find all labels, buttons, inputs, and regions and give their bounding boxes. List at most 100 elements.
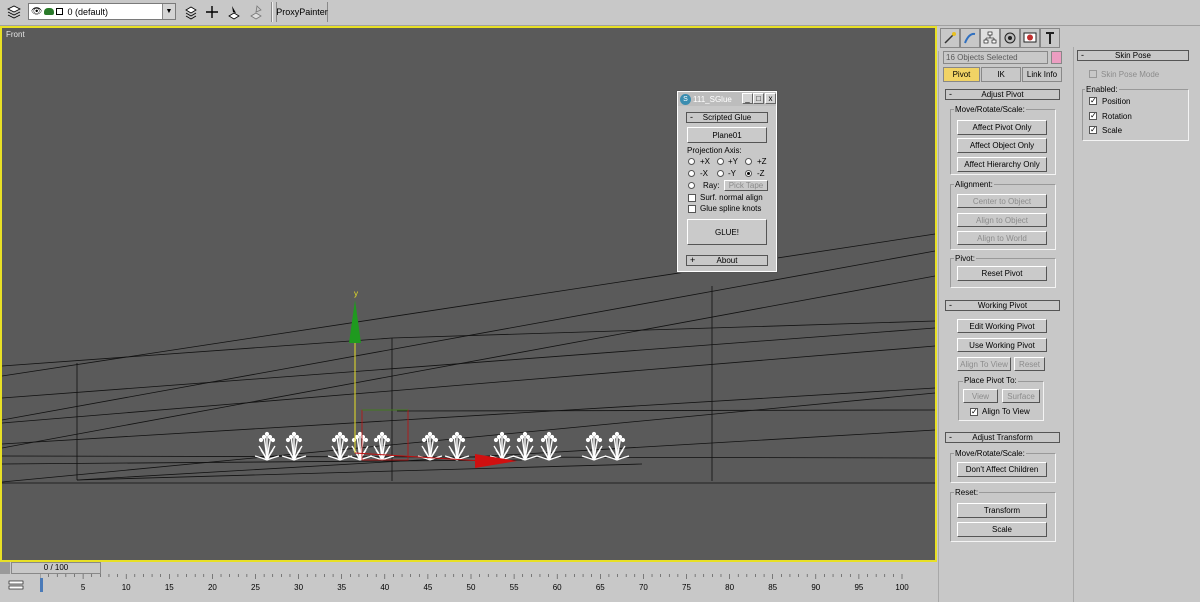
adjust-pivot-title: Adjust Pivot bbox=[981, 90, 1024, 99]
radio-minus-x[interactable] bbox=[688, 170, 695, 177]
adjust-transform-rollout-header[interactable]: - Adjust Transform bbox=[945, 432, 1060, 443]
front-viewport[interactable]: y Front bbox=[0, 26, 937, 562]
reset-pivot-button[interactable]: Reset Pivot bbox=[957, 266, 1047, 281]
pick-tape-button[interactable]: Pick Tape bbox=[724, 180, 768, 191]
projection-axis-label: Projection Axis: bbox=[687, 146, 742, 155]
create-tab-icon[interactable] bbox=[940, 28, 960, 48]
working-pivot-reset-button[interactable]: Reset bbox=[1014, 357, 1045, 371]
selection-name-field[interactable]: 16 Objects Selected bbox=[943, 51, 1048, 64]
edit-working-pivot-button[interactable]: Edit Working Pivot bbox=[957, 319, 1047, 333]
time-slider[interactable]: 0 / 100 bbox=[11, 562, 101, 574]
adjust-pivot-rollout-header[interactable]: - Adjust Pivot bbox=[945, 89, 1060, 100]
minimize-icon[interactable]: _ bbox=[742, 93, 753, 104]
collapse-icon: - bbox=[949, 89, 952, 99]
glue-spline-label: Glue spline knots bbox=[700, 204, 762, 213]
link-info-tab[interactable]: Link Info bbox=[1022, 67, 1062, 82]
scripted-glue-rollout-header[interactable]: - Scripted Glue bbox=[686, 112, 768, 123]
script-logo-icon: S bbox=[680, 93, 691, 105]
utilities-tab-icon[interactable] bbox=[1040, 28, 1060, 48]
layer-color-swatch[interactable] bbox=[56, 8, 64, 15]
modify-tab-icon[interactable] bbox=[960, 28, 980, 48]
eye-icon[interactable]: 👁 bbox=[31, 6, 42, 17]
align-to-view-checkbox[interactable]: ✓ bbox=[970, 408, 978, 416]
frame-ruler[interactable]: 0510152025303540455055606570758085909510… bbox=[40, 574, 937, 602]
motion-tab-icon[interactable] bbox=[1000, 28, 1020, 48]
current-frame-marker[interactable] bbox=[40, 578, 43, 592]
dialog-title: 111_SGlue bbox=[693, 94, 732, 104]
close-icon[interactable]: x bbox=[765, 93, 776, 104]
ik-tab[interactable]: IK bbox=[981, 67, 1021, 82]
radio-plus-y[interactable] bbox=[717, 158, 724, 165]
maximize-icon[interactable]: □ bbox=[753, 93, 764, 104]
chevron-down-icon[interactable]: ▼ bbox=[162, 4, 175, 19]
align-to-object-button[interactable]: Align to Object bbox=[957, 213, 1047, 227]
proxy-painter-button[interactable]: ProxyPainter bbox=[276, 2, 328, 22]
plant bbox=[444, 431, 470, 461]
layer-dropdown[interactable]: 👁 0 (default) ▼ bbox=[28, 3, 176, 20]
scale-checkbox[interactable]: ✓ bbox=[1089, 126, 1097, 134]
expand-icon: + bbox=[690, 255, 696, 265]
radio-plus-z[interactable] bbox=[745, 158, 752, 165]
dont-affect-children-button[interactable]: Don't Affect Children bbox=[957, 462, 1047, 477]
target-pick-button[interactable]: Plane01 bbox=[687, 127, 767, 143]
affect-pivot-only-button[interactable]: Affect Pivot Only bbox=[957, 120, 1047, 135]
set-current-layer-icon[interactable] bbox=[246, 2, 266, 22]
align-to-view-checkbox-label: Align To View bbox=[982, 407, 1030, 416]
use-working-pivot-button[interactable]: Use Working Pivot bbox=[957, 338, 1047, 352]
transform-reset-label: Reset: bbox=[954, 488, 980, 497]
teapot-icon[interactable] bbox=[44, 8, 55, 15]
affect-hierarchy-only-button[interactable]: Affect Hierarchy Only bbox=[957, 157, 1047, 172]
glue-spline-checkbox[interactable] bbox=[688, 205, 696, 213]
center-to-object-button[interactable]: Center to Object bbox=[957, 194, 1047, 208]
place-pivot-view-button[interactable]: View bbox=[963, 389, 998, 403]
ruler-tick-label: 45 bbox=[423, 583, 432, 592]
create-layer-icon[interactable] bbox=[180, 2, 202, 22]
radio-minus-z[interactable] bbox=[745, 170, 752, 177]
plant bbox=[604, 431, 630, 461]
radio-ray[interactable] bbox=[688, 182, 695, 189]
ruler-tick-label: 5 bbox=[81, 583, 86, 592]
surf-normal-checkbox[interactable] bbox=[688, 194, 696, 202]
plant bbox=[369, 431, 395, 461]
viewport-label[interactable]: Front bbox=[6, 30, 25, 39]
timeline: 0 / 100 05101520253035404550556065707580… bbox=[0, 562, 937, 602]
position-checkbox[interactable]: ✓ bbox=[1089, 97, 1097, 105]
skin-pose-mode-checkbox[interactable] bbox=[1089, 70, 1097, 78]
adjust-transform-title: Adjust Transform bbox=[972, 433, 1033, 442]
radio-minus-y[interactable] bbox=[717, 170, 724, 177]
radio-plus-x[interactable] bbox=[688, 158, 695, 165]
glue-button[interactable]: GLUE! bbox=[687, 219, 767, 245]
scale-reset-button[interactable]: Scale bbox=[957, 522, 1047, 537]
ruler-tick-label: 15 bbox=[165, 583, 174, 592]
dialog-titlebar[interactable]: S 111_SGlue _ □ x bbox=[678, 92, 776, 106]
display-tab-icon[interactable] bbox=[1020, 28, 1040, 48]
working-pivot-title: Working Pivot bbox=[977, 301, 1028, 310]
viewport-scene: y bbox=[2, 233, 935, 484]
radio-plus-y-label: +Y bbox=[728, 157, 739, 166]
main-toolbar: 👁 0 (default) ▼ ProxyPainter bbox=[0, 0, 1200, 26]
radio-minus-x-label: -X bbox=[700, 169, 708, 178]
transform-reset-button[interactable]: Transform bbox=[957, 503, 1047, 518]
align-to-view-button[interactable]: Align To View bbox=[957, 357, 1011, 371]
ruler-tick-label: 20 bbox=[208, 583, 217, 592]
about-rollout-header[interactable]: + About bbox=[686, 255, 768, 266]
place-pivot-surface-button[interactable]: Surface bbox=[1002, 389, 1040, 403]
track-bar-icon[interactable] bbox=[8, 580, 24, 592]
time-slider-left-arrow[interactable] bbox=[0, 562, 10, 574]
ruler-tick-label: 70 bbox=[639, 583, 648, 592]
hierarchy-tab-icon[interactable] bbox=[980, 28, 1000, 48]
skin-pose-rollout-header[interactable]: - Skin Pose bbox=[1077, 50, 1189, 61]
plant-instances bbox=[254, 431, 630, 461]
ruler-tick-label: 30 bbox=[294, 583, 303, 592]
layer-manager-icon[interactable] bbox=[4, 2, 24, 22]
ruler-tick-label: 35 bbox=[337, 583, 346, 592]
skin-pose-title: Skin Pose bbox=[1114, 51, 1152, 60]
pivot-tab[interactable]: Pivot bbox=[943, 67, 980, 82]
working-pivot-rollout-header[interactable]: - Working Pivot bbox=[945, 300, 1060, 311]
add-to-layer-icon[interactable] bbox=[202, 2, 222, 22]
align-to-world-button[interactable]: Align to World bbox=[957, 231, 1047, 245]
rotation-checkbox[interactable]: ✓ bbox=[1089, 112, 1097, 120]
select-layer-icon[interactable] bbox=[224, 2, 244, 22]
affect-object-only-button[interactable]: Affect Object Only bbox=[957, 138, 1047, 153]
selection-color-swatch[interactable] bbox=[1051, 51, 1062, 64]
